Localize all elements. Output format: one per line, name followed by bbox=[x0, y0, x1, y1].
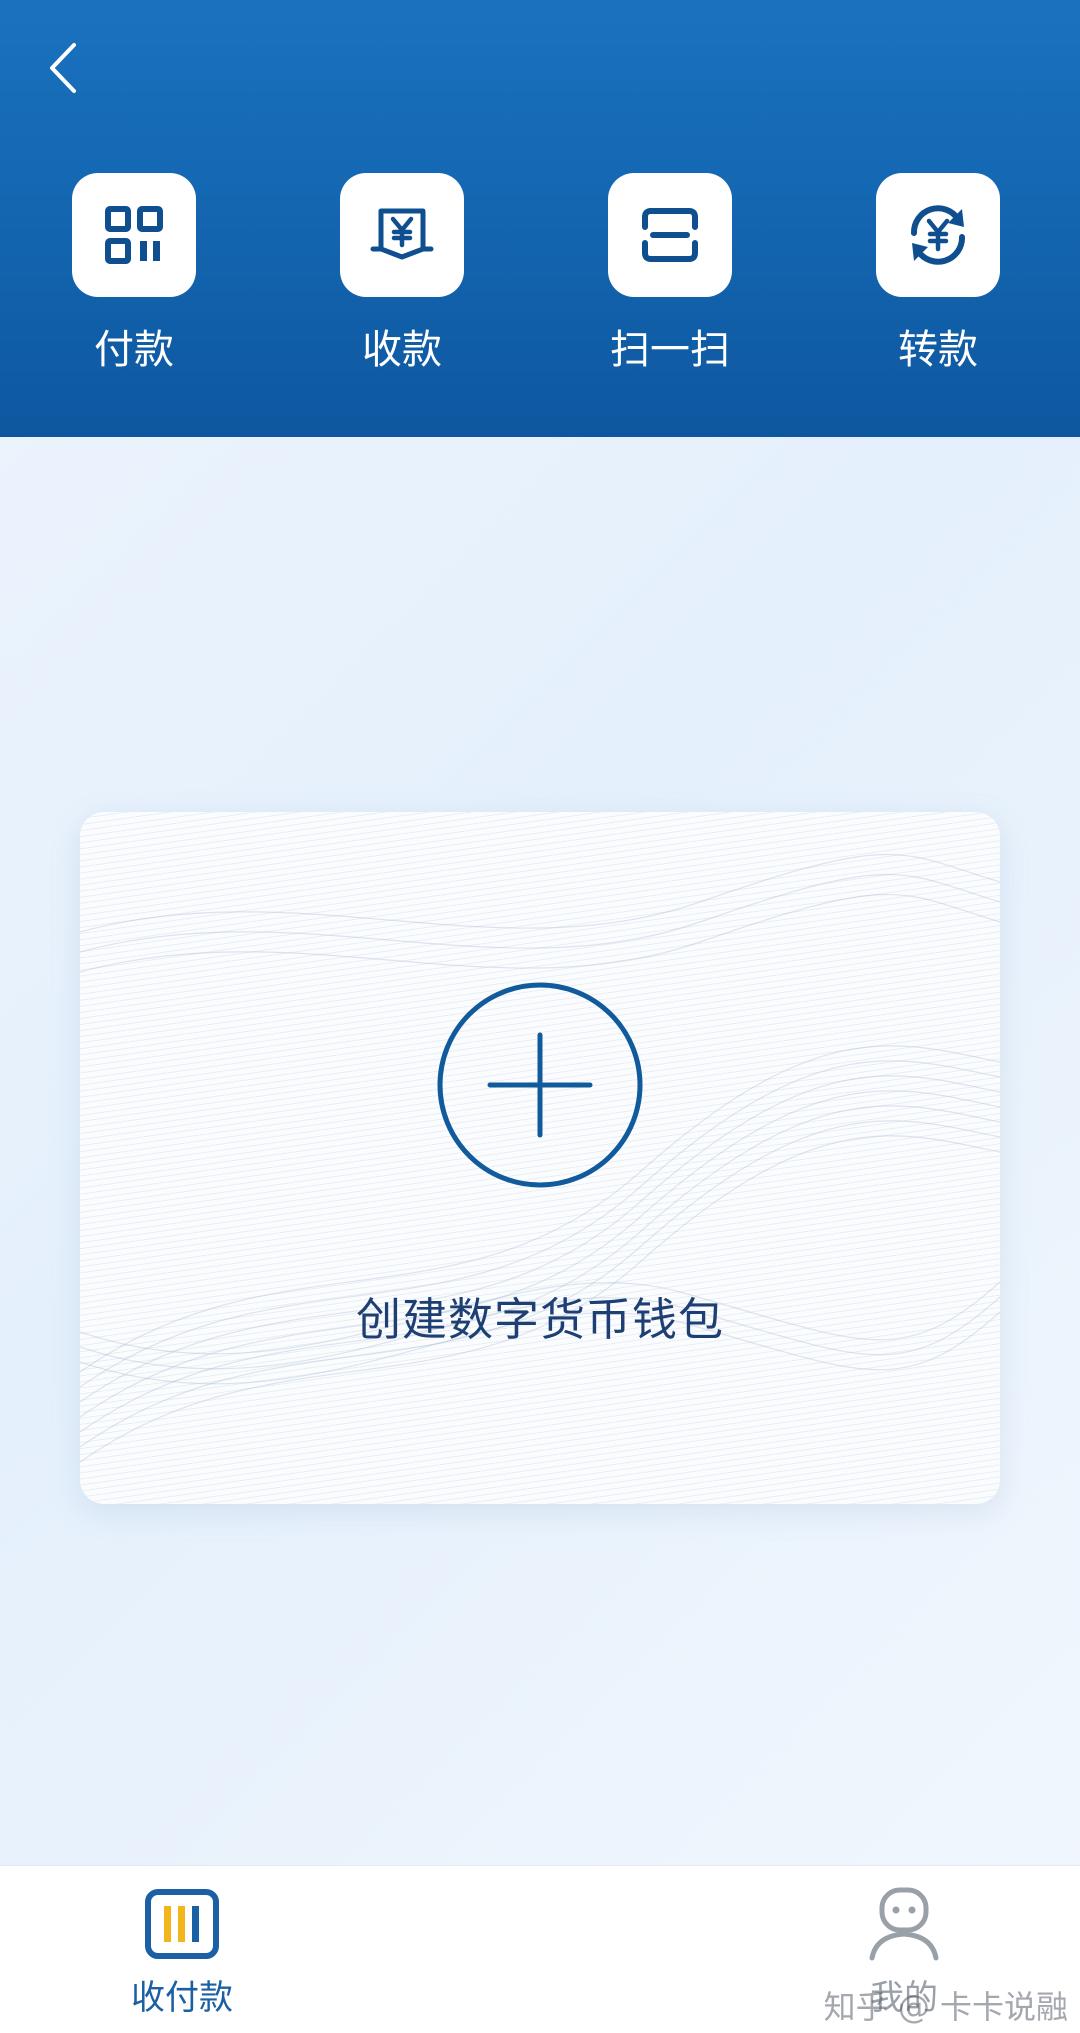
user-icon bbox=[869, 1887, 939, 1961]
scan-button[interactable]: 扫一扫 bbox=[590, 173, 750, 383]
plus-circle-icon bbox=[437, 982, 643, 1188]
yuan-receipt-icon bbox=[370, 208, 434, 260]
receive-button[interactable]: 收款 bbox=[322, 173, 482, 383]
pay-tile bbox=[72, 173, 196, 297]
nav-tab-payments-label: 收付款 bbox=[131, 1978, 233, 2018]
scan-icon bbox=[642, 208, 698, 262]
receive-tile bbox=[340, 173, 464, 297]
qr-code-icon bbox=[105, 206, 163, 264]
scan-tile bbox=[608, 173, 732, 297]
quick-actions: 付款 收款 扫一扫 转款 bbox=[0, 173, 1080, 383]
pay-button[interactable]: 付款 bbox=[54, 173, 214, 383]
wallet-bars-icon bbox=[145, 1889, 219, 1959]
top-header: 付款 收款 扫一扫 转款 bbox=[0, 0, 1080, 437]
nav-tab-payments[interactable]: 收付款 bbox=[72, 1866, 292, 2033]
receive-label: 收款 bbox=[362, 327, 442, 373]
pay-label: 付款 bbox=[94, 327, 174, 373]
transfer-tile bbox=[876, 173, 1000, 297]
transfer-label: 转款 bbox=[898, 327, 978, 373]
chevron-left-icon bbox=[50, 43, 76, 93]
back-button[interactable] bbox=[38, 38, 88, 98]
scan-label: 扫一扫 bbox=[610, 327, 730, 373]
create-wallet-label: 创建数字货币钱包 bbox=[355, 1293, 724, 1346]
watermark: 知乎 @ 卡卡说融 bbox=[823, 1988, 1068, 2026]
yuan-transfer-icon bbox=[910, 205, 966, 265]
create-wallet-card[interactable]: 创建数字货币钱包 bbox=[80, 812, 1000, 1504]
transfer-button[interactable]: 转款 bbox=[858, 173, 1018, 383]
